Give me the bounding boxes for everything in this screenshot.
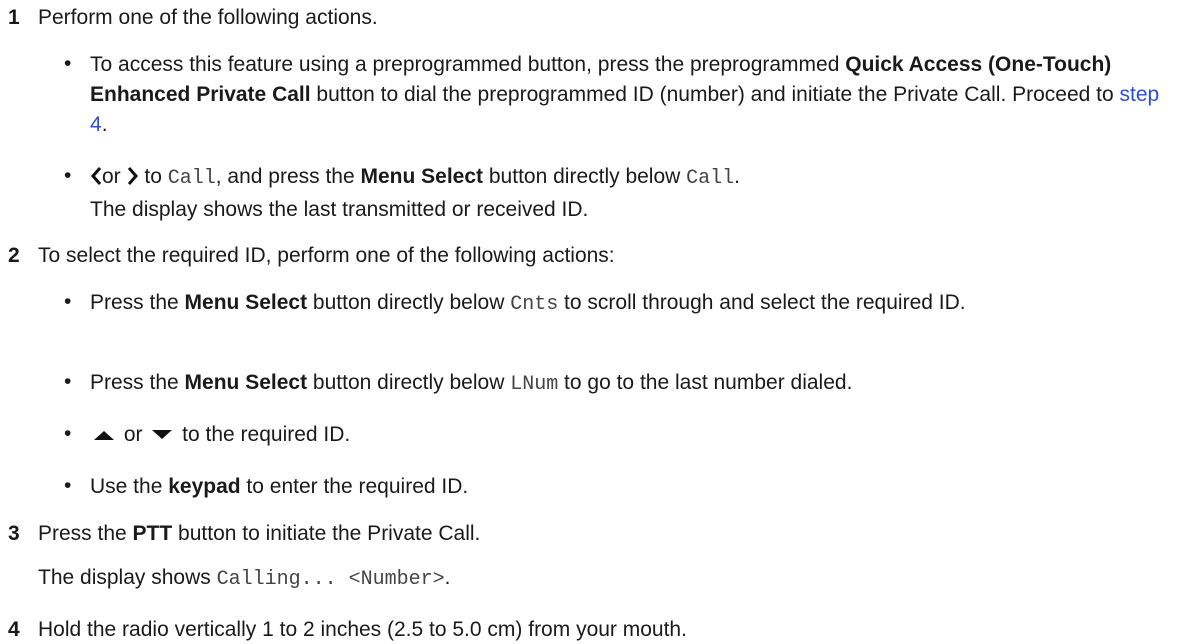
- text-segment: .: [101, 113, 108, 136]
- text-segment: Press the: [38, 522, 133, 545]
- text-segment: button to initiate the Private Call.: [172, 522, 481, 545]
- step-text: Perform one of the following actions.: [38, 6, 378, 29]
- call-code: Call: [167, 167, 216, 190]
- call-code: Call: [686, 167, 735, 190]
- bullet-text: or to Call, and press the Menu Select bu…: [90, 162, 1170, 225]
- display-text: The display shows Calling... <Number>.: [38, 566, 450, 591]
- text-segment: to go to the last number dialed.: [558, 371, 853, 394]
- menu-select-button-name: Menu Select: [184, 291, 308, 314]
- text-segment: .: [734, 165, 741, 188]
- step-text: Hold the radio vertically 1 to 2 inches …: [38, 618, 687, 641]
- text-segment: The display shows: [38, 566, 217, 589]
- bullet-text: Press the Menu Select button directly be…: [90, 288, 1170, 320]
- up-arrow-icon: [90, 423, 118, 453]
- menu-select-button-name: Menu Select: [184, 371, 308, 394]
- calling-display-code: Calling... <Number>: [216, 568, 445, 591]
- bullet-marker: •: [64, 164, 72, 187]
- step-number: 1: [8, 6, 20, 29]
- ptt-button-name: PTT: [132, 522, 173, 545]
- text-segment: or: [102, 165, 121, 188]
- text-segment: button directly below: [307, 291, 511, 314]
- step-text: To select the required ID, perform one o…: [38, 244, 615, 267]
- text-segment: button directly below: [483, 165, 687, 188]
- bullet-text: Press the Menu Select button directly be…: [90, 368, 1170, 400]
- text-segment: Press the: [90, 291, 185, 314]
- text-segment: Press the: [90, 371, 185, 394]
- text-segment: to: [138, 165, 168, 188]
- text-segment: to scroll through and select the require…: [558, 291, 966, 314]
- step-number: 2: [8, 244, 20, 267]
- text-segment: To access this feature using a preprogra…: [90, 53, 846, 76]
- text-segment: to the required ID.: [176, 423, 351, 446]
- down-arrow-icon: [148, 423, 176, 453]
- menu-select-button-name: Menu Select: [360, 165, 484, 188]
- bullet-marker: •: [64, 422, 72, 445]
- display-note: The display shows the last transmitted o…: [90, 198, 589, 221]
- bullet-marker: •: [64, 370, 72, 393]
- text-segment: button directly below: [307, 371, 511, 394]
- text-segment: or: [118, 423, 149, 446]
- step-text: Press the PTT button to initiate the Pri…: [38, 522, 480, 546]
- bullet-marker: •: [64, 52, 72, 75]
- bullet-text: or to the required ID.: [90, 420, 1170, 453]
- text-segment: to enter the required ID.: [240, 475, 469, 498]
- bullet-text: Use the keypad to enter the required ID.: [90, 472, 1170, 502]
- bullet-marker: •: [64, 474, 72, 497]
- text-segment: , and press the: [215, 165, 361, 188]
- cnts-code: Cnts: [510, 293, 559, 316]
- bullet-marker: •: [64, 290, 72, 313]
- lnum-code: LNum: [510, 373, 559, 396]
- left-arrow-icon: [90, 165, 102, 195]
- step-number: 4: [8, 618, 20, 641]
- step-number: 3: [8, 522, 20, 545]
- text-segment: button to dial the preprogrammed ID (num…: [310, 83, 1120, 106]
- text-segment: Use the: [90, 475, 169, 498]
- text-segment: .: [444, 566, 451, 589]
- bullet-text: To access this feature using a preprogra…: [90, 50, 1170, 140]
- right-arrow-icon: [127, 165, 139, 195]
- keypad-name: keypad: [168, 475, 241, 498]
